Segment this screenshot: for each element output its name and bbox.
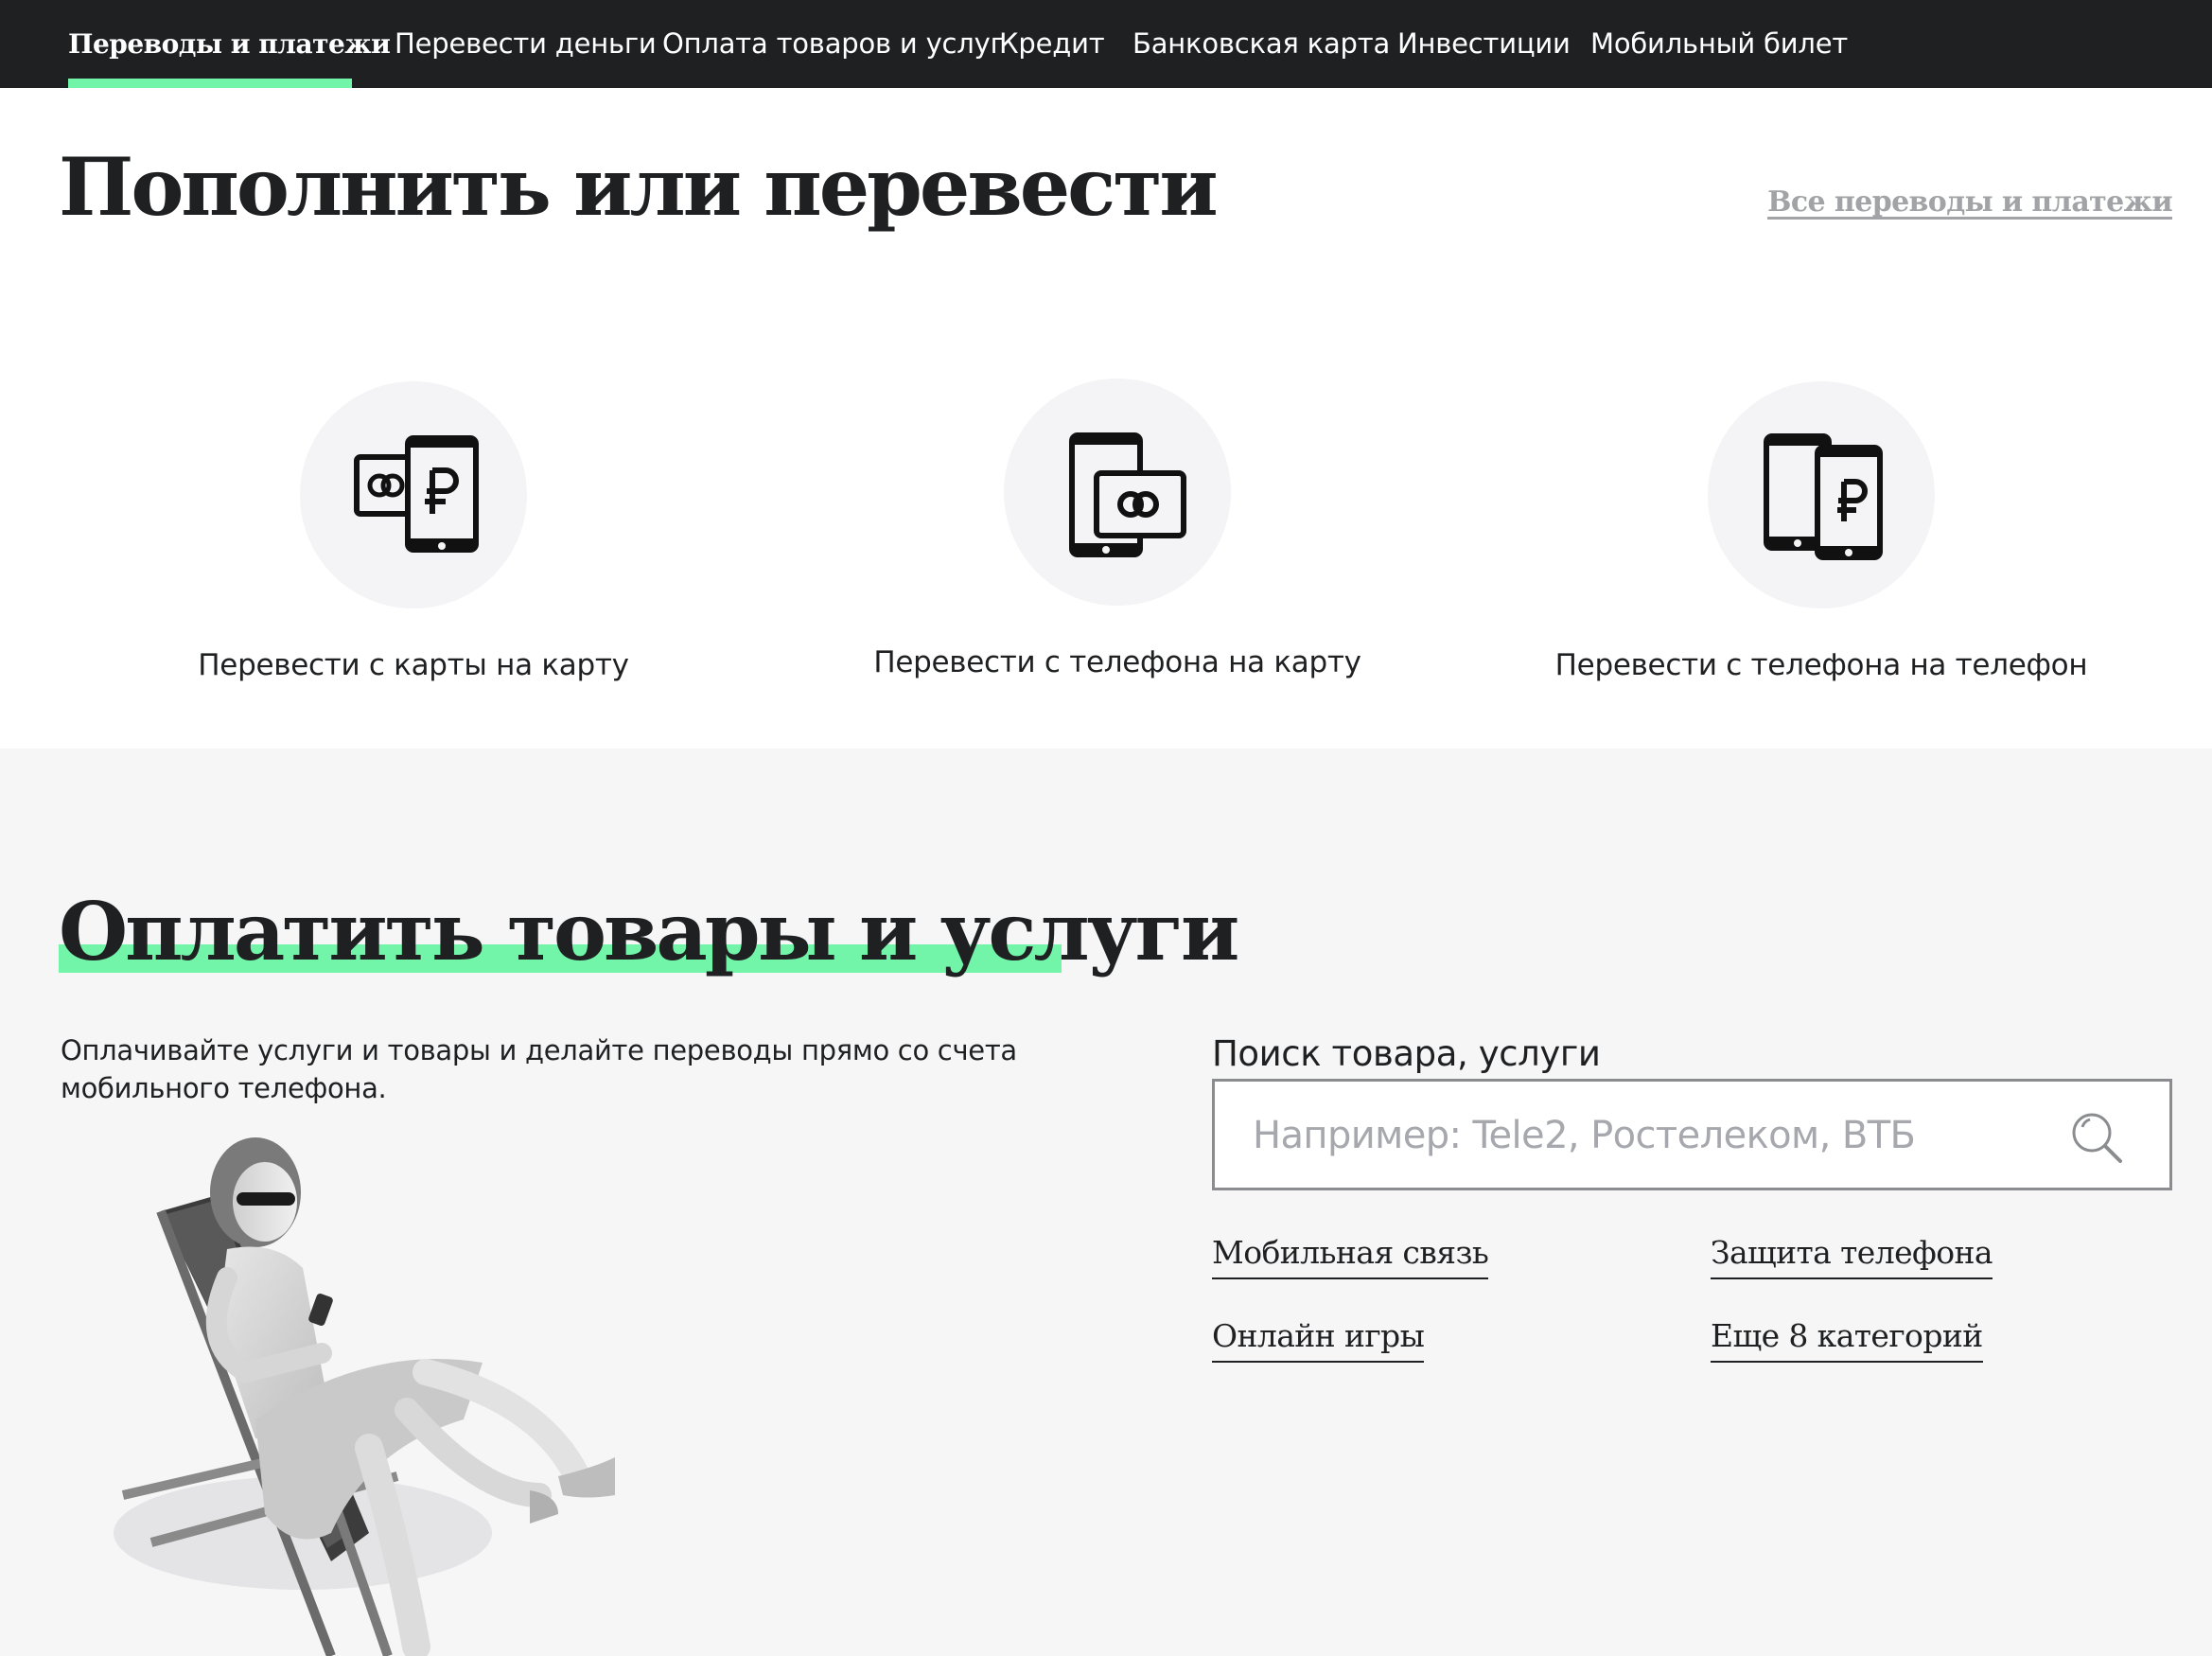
all-transfers-link[interactable]: Все переводы и платежи (1767, 185, 2173, 219)
tile-icon-circle (300, 381, 527, 608)
tile-phone-to-card[interactable]: Перевести с телефона на карту (834, 379, 1401, 710)
tile-icon-circle (1004, 379, 1231, 606)
card-to-phone-ruble-icon (354, 435, 479, 553)
search-label: Поиск товара, услуги (1212, 1033, 1601, 1074)
tile-label: Перевести с карты на карту (198, 648, 629, 682)
tile-phone-to-phone[interactable]: Перевести с телефона на телефон (1537, 381, 2105, 713)
tile-icon-circle (1708, 381, 1935, 608)
pay-section-description: Оплачивайте услуги и товары и делайте пе… (61, 1034, 1017, 1104)
tile-label: Перевести с телефона на карту (873, 645, 1361, 679)
tile-card-to-card[interactable]: Перевести с карты на карту (130, 381, 697, 713)
category-phone-protection-link[interactable]: Защита телефона (1711, 1234, 1993, 1279)
nav-item-mobile-ticket[interactable]: Мобильный билет (1590, 28, 1848, 60)
pay-section-title: Оплатить товары и услуги (59, 885, 1239, 978)
nav-item-pay-goods[interactable]: Оплата товаров и услуг (662, 28, 1005, 60)
nav-item-credit[interactable]: Кредит (999, 28, 1105, 60)
nav-item-bank-card[interactable]: Банковская карта (1132, 28, 1390, 60)
search-box (1212, 1079, 2172, 1190)
nav-item-send-money[interactable]: Перевести деньги (395, 28, 657, 60)
search-input[interactable] (1253, 1108, 2066, 1163)
category-mobile-link[interactable]: Мобильная связь (1212, 1234, 1489, 1279)
top-nav: Переводы и платежи Перевести деньги Опла… (0, 0, 2212, 88)
transfer-section-title: Пополнить или перевести (59, 140, 1219, 234)
pay-section-heading: Оплатить товары и услуги (59, 885, 1239, 989)
nav-item-investments[interactable]: Инвестиции (1397, 28, 1571, 60)
two-phones-ruble-icon (1764, 433, 1883, 560)
phone-with-card-icon (1069, 432, 1186, 557)
category-online-games-link[interactable]: Онлайн игры (1212, 1317, 1425, 1363)
woman-deckchair-image (114, 1137, 615, 1656)
nav-item-transfers-payments[interactable]: Переводы и платежи (68, 28, 391, 60)
tile-label: Перевести с телефона на телефон (1554, 648, 2088, 682)
category-more-link[interactable]: Еще 8 категорий (1711, 1317, 1983, 1363)
search-icon[interactable] (2069, 1110, 2124, 1165)
nav-active-indicator (68, 79, 352, 88)
